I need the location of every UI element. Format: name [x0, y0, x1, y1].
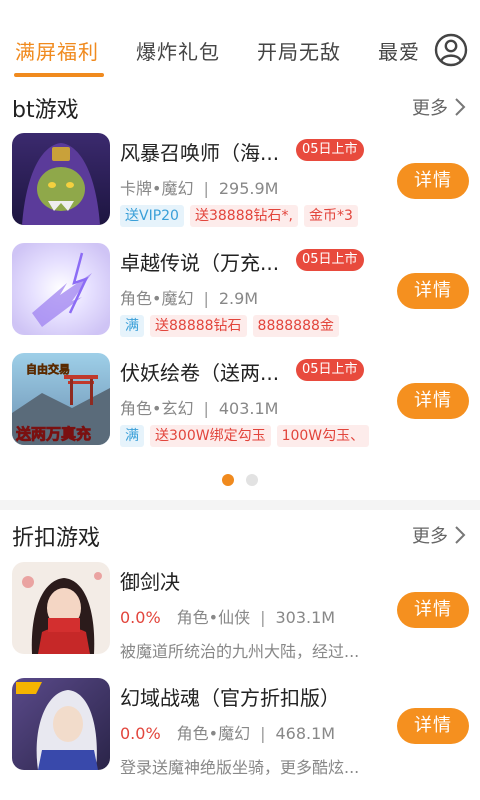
- tab-baozha-libao[interactable]: 爆炸礼包: [136, 36, 220, 65]
- game-category: 角色•魔幻: [120, 289, 194, 308]
- tag: 8888888金: [252, 315, 339, 337]
- game-thumbnail: [12, 562, 110, 654]
- bt-more-link[interactable]: 更多: [412, 94, 466, 120]
- game-thumbnail: 自由交易 送两万真充: [12, 353, 110, 445]
- tag-list: 送VIP20 送38888钻石*, 金币*3: [120, 205, 358, 227]
- chevron-right-icon: [455, 98, 466, 116]
- active-tab-indicator: [14, 73, 104, 77]
- game-size: 2.9M: [218, 289, 259, 308]
- detail-button[interactable]: 详情: [397, 592, 469, 628]
- discount-more-label: 更多: [412, 526, 448, 547]
- tag: 满: [120, 425, 144, 447]
- game-category: 角色•玄幻: [120, 399, 194, 418]
- game-description: 登录送魔神绝版坐骑，更多酷炫...: [120, 758, 360, 777]
- game-category: 卡牌•魔幻: [120, 179, 194, 198]
- tag: 送88888钻石: [150, 315, 247, 337]
- tab-manping-fuli[interactable]: 满屏福利: [15, 36, 99, 65]
- game-thumbnail: [12, 243, 110, 335]
- game-size: 403.1M: [218, 399, 279, 418]
- tag: 送VIP20: [120, 205, 184, 227]
- top-tab-bar: 满屏福利 爆炸礼包 开局无敌 最爱: [0, 0, 480, 82]
- discount-more-link[interactable]: 更多: [412, 522, 466, 548]
- game-name: 伏妖绘卷（送两...: [120, 361, 280, 385]
- game-name: 幻域战魂（官方折扣版）: [120, 686, 340, 710]
- carousel-pager: [222, 474, 258, 486]
- discount-rate: 0.0%: [120, 608, 161, 627]
- tag: 送300W绑定勾玉: [150, 425, 271, 447]
- thumb-caption-bottom: 送两万真充: [15, 425, 91, 443]
- tab-kaiju-wudi[interactable]: 开局无敌: [257, 36, 341, 65]
- tab-zuiai[interactable]: 最爱: [378, 36, 420, 65]
- section-divider: [0, 500, 480, 510]
- game-meta: 0.0% 角色•仙侠 | 303.1M: [120, 608, 336, 627]
- chevron-right-icon: [455, 526, 466, 544]
- game-size: 295.9M: [218, 179, 279, 198]
- pager-dot[interactable]: [246, 474, 258, 486]
- game-category: 角色•魔幻: [176, 724, 251, 743]
- game-name: 御剑决: [120, 570, 180, 594]
- bt-more-label: 更多: [412, 98, 448, 119]
- game-name: 卓越传说（万充...: [120, 251, 280, 275]
- detail-button[interactable]: 详情: [397, 163, 469, 199]
- release-badge: 05日上市: [296, 359, 364, 381]
- tag: 100W勾玉、: [276, 425, 370, 447]
- game-thumbnail: [12, 678, 110, 770]
- tag: 满: [120, 315, 144, 337]
- game-size: 303.1M: [275, 608, 336, 627]
- game-description: 被魔道所统治的九州大陆，经过...: [120, 642, 360, 661]
- bt-section-title: bt游戏: [12, 98, 79, 123]
- pager-dot-active[interactable]: [222, 474, 234, 486]
- user-profile-icon[interactable]: [434, 33, 468, 67]
- discount-section-title: 折扣游戏: [12, 526, 101, 551]
- game-category: 角色•仙侠: [176, 608, 251, 627]
- detail-button[interactable]: 详情: [397, 708, 469, 744]
- discount-rate: 0.0%: [120, 724, 161, 743]
- release-badge: 05日上市: [296, 139, 364, 161]
- tag-list: 满 送88888钻石 8888888金: [120, 315, 339, 337]
- tag-list: 满 送300W绑定勾玉 100W勾玉、: [120, 425, 370, 447]
- detail-button[interactable]: 详情: [397, 273, 469, 309]
- game-meta: 卡牌•魔幻 | 295.9M: [120, 179, 279, 198]
- release-badge: 05日上市: [296, 249, 364, 271]
- thumb-caption-top: 自由交易: [26, 362, 70, 376]
- game-name: 风暴召唤师（海...: [120, 141, 280, 165]
- game-meta: 0.0% 角色•魔幻 | 468.1M: [120, 724, 336, 743]
- game-meta: 角色•魔幻 | 2.9M: [120, 289, 259, 308]
- game-size: 468.1M: [275, 724, 336, 743]
- tag: 金币*3: [303, 205, 358, 227]
- game-thumbnail: [12, 133, 110, 225]
- tag: 送38888钻石*,: [189, 205, 298, 227]
- detail-button[interactable]: 详情: [397, 383, 469, 419]
- game-meta: 角色•玄幻 | 403.1M: [120, 399, 279, 418]
